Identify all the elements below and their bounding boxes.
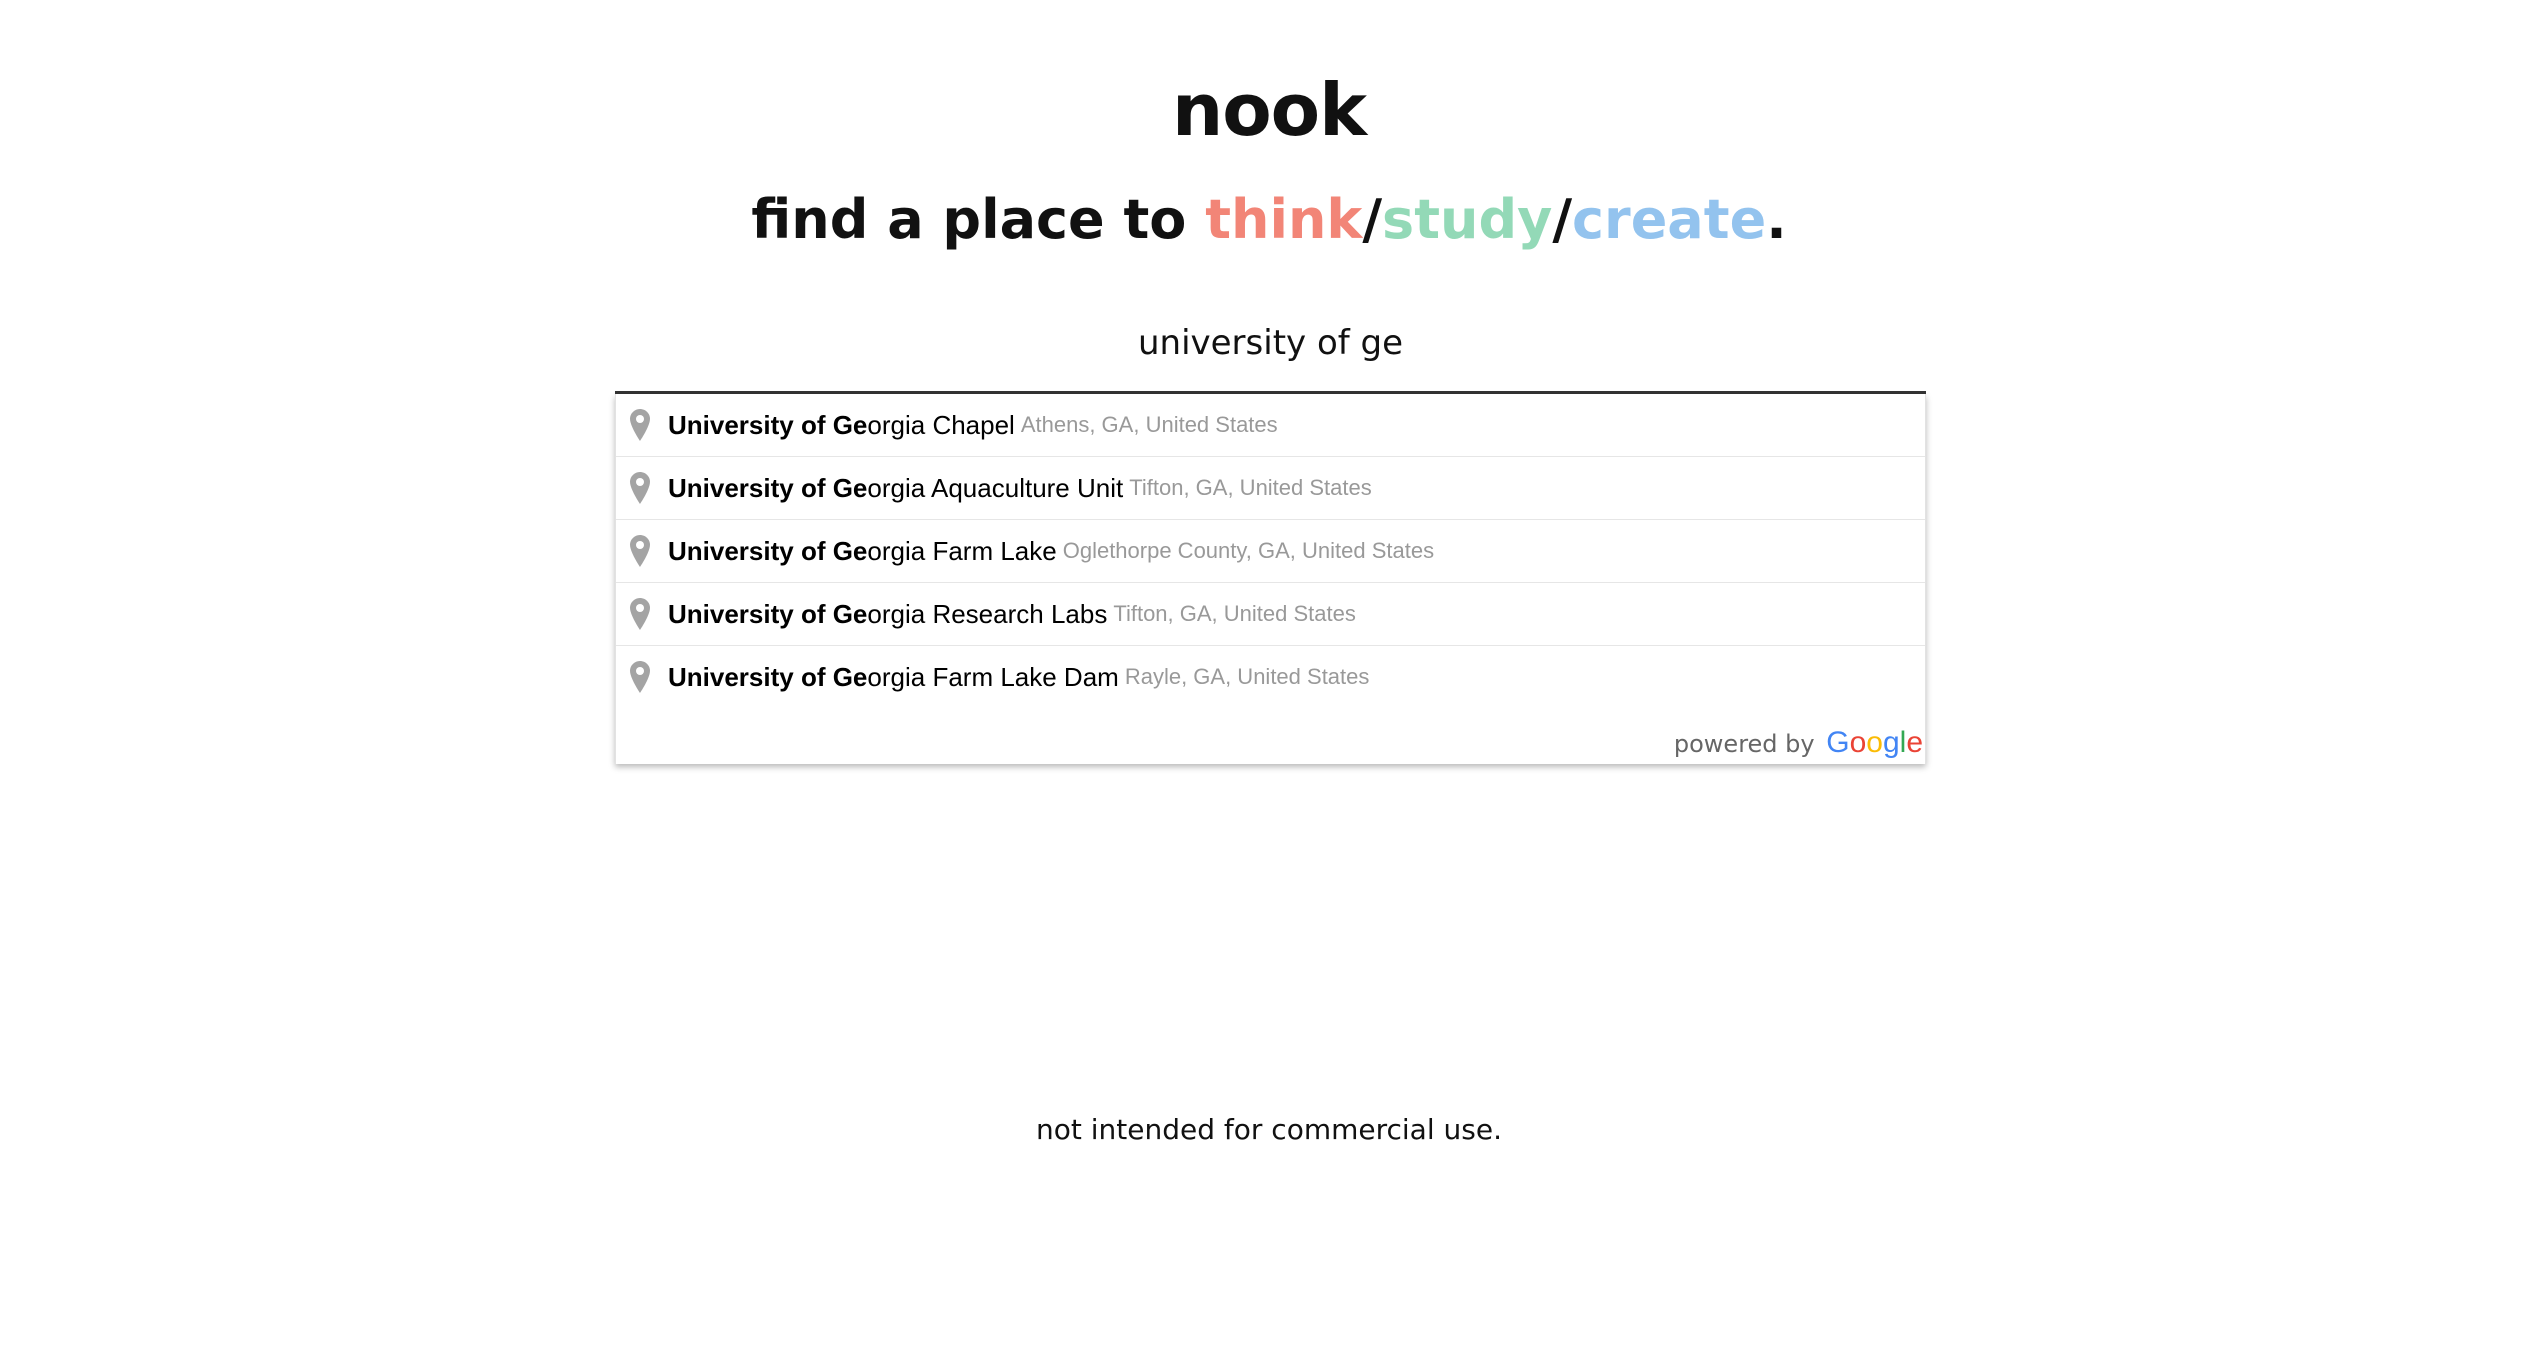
suggestion-main-text: University of Georgia Chapel: [668, 410, 1015, 441]
suggestion-main-text: University of Georgia Farm Lake Dam: [668, 662, 1119, 693]
suggestion-match-text: University of Ge: [668, 535, 868, 566]
suggestion-secondary-text: Tifton, GA, United States: [1129, 475, 1372, 500]
tagline-separator: /: [1552, 188, 1573, 251]
tagline: find a place to think/study/create.: [0, 180, 2538, 260]
search-area: University of Georgia ChapelAthens, GA, …: [615, 310, 1926, 764]
suggestion-secondary-text: Oglethorpe County, GA, United States: [1062, 538, 1435, 563]
tagline-prefix: find a place to: [751, 188, 1206, 251]
map-pin-icon: [628, 471, 652, 505]
suggestion-rest-text: orgia Research Labs: [867, 598, 1108, 629]
location-search-input[interactable]: [615, 310, 1926, 394]
suggestion-match-text: University of Ge: [668, 661, 868, 692]
map-pin-icon: [628, 597, 652, 631]
tagline-word-think: think: [1205, 188, 1363, 251]
google-logo: Google: [1826, 726, 1923, 759]
suggestion-item[interactable]: University of Georgia Aquaculture Unit Ti…: [616, 456, 1925, 519]
suggestion-rest-text: orgia Aquaculture Unit: [867, 472, 1124, 503]
suggestion-secondary-text: Rayle, GA, United States: [1124, 664, 1370, 689]
suggestion-main-text: University of Georgia Farm Lake: [668, 536, 1057, 567]
footer-disclaimer: not intended for commercial use.: [1036, 1113, 1502, 1146]
suggestion-match-text: University of Ge: [668, 598, 868, 629]
map-pin-icon: [628, 660, 652, 694]
suggestion-match-text: University of Ge: [668, 409, 868, 440]
map-pin-icon: [628, 408, 652, 442]
tagline-separator: /: [1362, 188, 1383, 251]
suggestion-rest-text: orgia Farm Lake: [867, 535, 1057, 566]
suggestion-main-text: University of Georgia Research Labs: [668, 599, 1107, 630]
tagline-period: .: [1766, 188, 1787, 251]
google-logo-letter: o: [1866, 726, 1883, 759]
google-logo-letter: G: [1826, 726, 1850, 759]
app-logo[interactable]: nook: [0, 62, 2538, 158]
powered-by-google: powered by Google: [616, 708, 1925, 764]
suggestion-item[interactable]: University of Georgia Research Labs Tifto…: [616, 582, 1925, 645]
google-logo-letter: e: [1906, 726, 1923, 759]
suggestion-item[interactable]: University of Georgia Chapel Athens, GA, …: [616, 394, 1925, 456]
suggestion-match-text: University of Ge: [668, 472, 868, 503]
suggestion-secondary-text: Tifton, GA, United States: [1113, 601, 1356, 626]
suggestion-main-text: University of Georgia Aquaculture Unit: [668, 473, 1123, 504]
google-logo-letter: o: [1849, 726, 1867, 759]
autocomplete-dropdown: University of Georgia Chapel Athens, GA, …: [615, 394, 1926, 764]
tagline-word-create: create: [1572, 188, 1767, 251]
powered-by-label: powered by: [1673, 730, 1815, 758]
suggestion-rest-text: orgia Chapel: [867, 409, 1015, 440]
google-logo-letter: g: [1882, 726, 1900, 759]
tagline-word-study: study: [1382, 188, 1553, 251]
page: nook find a place to think/study/create.…: [0, 0, 2538, 1349]
suggestion-item[interactable]: University of Georgia Farm Lake Dam Rayle…: [616, 645, 1925, 708]
suggestion-rest-text: orgia Farm Lake Dam: [867, 661, 1119, 692]
map-pin-icon: [628, 534, 652, 568]
suggestion-secondary-text: Athens, GA, United States: [1020, 412, 1278, 437]
suggestion-item[interactable]: University of Georgia Farm Lake Oglethorp…: [616, 519, 1925, 582]
